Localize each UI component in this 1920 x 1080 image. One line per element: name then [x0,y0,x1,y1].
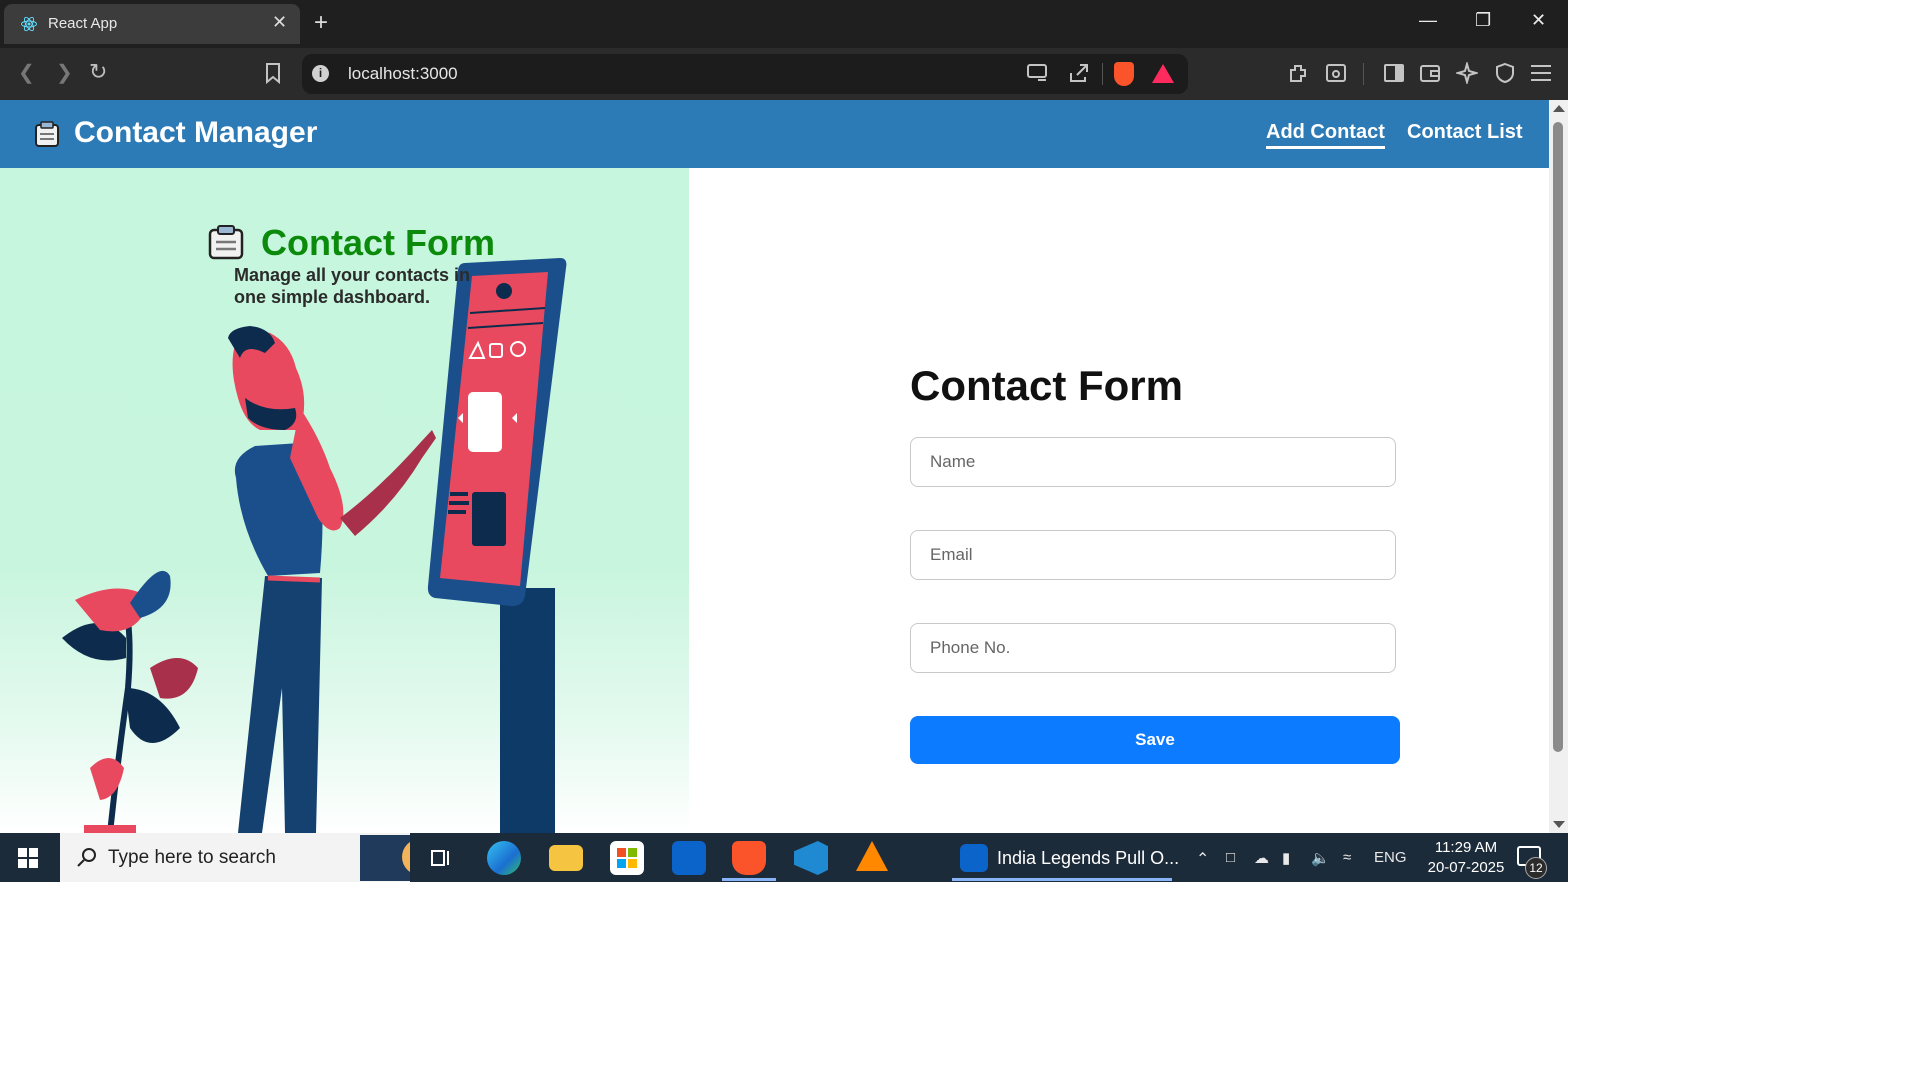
taskbar-clock[interactable]: 11:29 AM 20-07-2025 [1416,838,1516,878]
scroll-thumb[interactable] [1553,122,1563,752]
brave-browser-icon[interactable] [732,841,766,875]
hero-subtitle: Manage all your contacts in one simple d… [234,265,471,307]
page-scrollbar[interactable] [1549,100,1568,833]
back-icon[interactable]: ❮ [18,60,35,85]
menu-icon[interactable] [1530,64,1552,82]
windows-taskbar: Type here to search [0,833,1568,882]
hero-title: Contact Form [261,222,495,263]
cast-icon[interactable] [1026,63,1048,83]
vpn-icon[interactable] [1494,62,1516,84]
site-info-icon[interactable]: i [312,65,329,82]
microsoft-store-icon[interactable] [610,841,644,875]
vlc-icon[interactable] [856,841,888,871]
outlook-window-icon[interactable] [960,844,988,872]
leo-ai-icon[interactable] [1456,62,1478,84]
share-icon[interactable] [1068,63,1090,83]
reader-icon[interactable] [1325,62,1347,84]
notification-count: 12 [1525,857,1547,879]
language-indicator[interactable]: ENG [1374,849,1407,866]
name-input[interactable] [910,437,1396,487]
divider [1363,63,1364,85]
battery-icon[interactable]: ▮ [1282,849,1290,867]
url-text: localhost:3000 [348,64,458,83]
browser-toolbar: ❮ ❯ ↻ i localhost:3000 [0,48,1568,100]
react-icon [21,16,37,32]
window-indicator [952,878,1172,881]
volume-icon[interactable]: 🔈 [1311,849,1330,867]
scroll-down-icon[interactable] [1553,821,1565,828]
search-icon [77,848,96,867]
search-highlight-image [360,835,410,881]
extensions-icon[interactable] [1288,62,1310,84]
taskbar-window-title[interactable]: India Legends Pull O... [997,848,1179,869]
vscode-icon[interactable] [794,841,828,875]
tab-title: React App [48,15,118,32]
browser-tab-bar: React App ✕ + — ❐ ✕ [0,0,1568,48]
divider [1102,63,1103,85]
minimize-button[interactable]: — [1419,10,1437,31]
save-button[interactable]: Save [910,716,1400,764]
wallet-icon[interactable] [1419,62,1441,84]
file-explorer-icon[interactable] [549,845,583,871]
active-app-indicator [722,878,776,881]
clock-date: 20-07-2025 [1427,859,1505,876]
brave-shields-icon[interactable] [1114,62,1134,86]
task-view-icon[interactable] [430,847,452,869]
phone-input[interactable] [910,623,1396,673]
scroll-up-icon[interactable] [1553,105,1565,112]
contact-book-icon [208,225,244,260]
wifi-icon[interactable]: ≈ [1343,849,1351,866]
browser-tab[interactable]: React App ✕ [4,4,300,44]
address-bar[interactable]: i localhost:3000 [302,54,1188,94]
contact-book-icon [35,121,59,147]
chevron-up-icon[interactable]: ⌃ [1196,849,1209,869]
outlook-icon[interactable] [672,841,706,875]
nav-add-contact[interactable]: Add Contact [1266,121,1385,149]
taskbar-search[interactable]: Type here to search [60,833,410,882]
sidebar-icon[interactable] [1383,62,1405,84]
onedrive-icon[interactable]: ☁ [1254,849,1269,867]
app-brand[interactable]: Contact Manager [74,116,317,150]
reload-icon[interactable]: ↻ [89,59,107,85]
close-window-button[interactable]: ✕ [1531,10,1546,31]
meet-now-icon[interactable]: □ [1226,849,1235,866]
windows-start-icon[interactable] [18,848,38,868]
tab-close-icon[interactable]: ✕ [272,12,287,33]
forward-icon[interactable]: ❯ [56,60,73,85]
restore-button[interactable]: ❐ [1475,10,1491,31]
new-tab-button[interactable]: + [314,8,328,38]
clock-time: 11:29 AM [1434,839,1498,856]
bookmark-icon[interactable] [264,62,282,84]
email-input[interactable] [910,530,1396,580]
brave-rewards-icon[interactable] [1152,64,1174,83]
search-placeholder: Type here to search [108,847,276,868]
nav-contact-list[interactable]: Contact List [1407,121,1523,144]
form-title: Contact Form [910,362,1183,409]
edge-icon[interactable] [487,841,521,875]
hero-panel: Contact Form Manage all your contacts in… [0,168,689,833]
